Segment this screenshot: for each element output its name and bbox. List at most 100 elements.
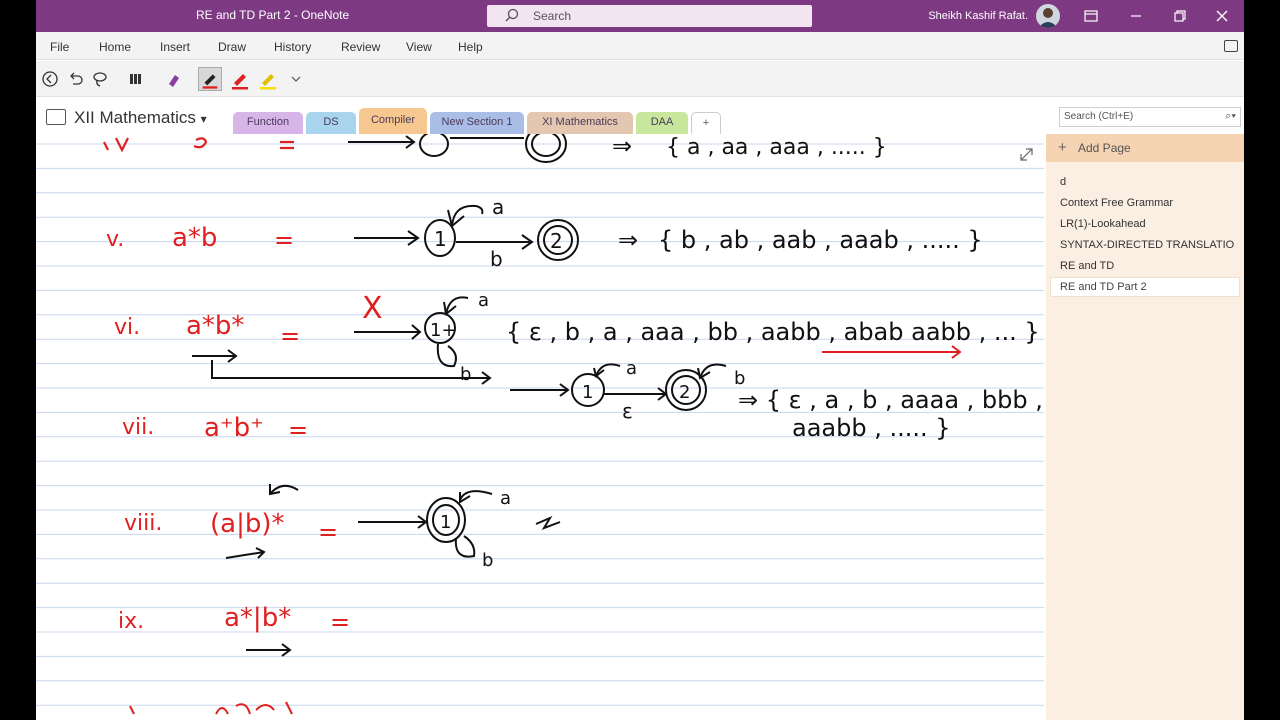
section-tab-compiler[interactable]: Compiler [359,108,427,134]
row-vii-expr: a⁺b⁺ [204,413,264,443]
menu-view[interactable]: View [406,40,432,54]
page-item[interactable]: d [1060,176,1066,188]
menu-review[interactable]: Review [341,40,380,54]
avatar[interactable] [1036,4,1060,28]
section-bar: XII Mathematics ▾ Function DS Compiler N… [36,98,1244,134]
section-tab-label: XI Mathematics [542,116,618,128]
add-section-label: + [702,117,710,129]
menu-help[interactable]: Help [458,40,483,54]
lasso-icon[interactable] [88,67,112,91]
menu-file[interactable]: File [50,40,69,54]
notebook-search-input[interactable]: Search (Ctrl+E) ⌕▾ [1059,107,1241,127]
row-x-partial-ink [129,701,293,715]
shape-pen-icon[interactable] [162,67,186,91]
pen-red-icon[interactable] [228,67,252,91]
pages-panel: + Add Page d Context Free Grammar LR(1)-… [1046,134,1244,720]
section-tab-label: New Section 1 [441,116,513,128]
page-item-selected[interactable]: RE and TD Part 2 [1050,277,1240,297]
row-ix-label: ix. [118,609,144,634]
user-name[interactable]: Sheikh Kashif Rafat. [928,10,1028,22]
more-options-icon[interactable] [284,67,308,91]
onenote-window: RE and TD Part 2 - OneNote Search Sheikh… [36,0,1244,720]
ribbon-display-icon[interactable] [1081,6,1101,26]
add-section-button[interactable]: + [691,112,721,134]
row-vi-nfa-state-1: 1 [582,382,593,403]
search-icon: ⌕▾ [1225,110,1236,122]
section-tab-label: DAA [650,116,674,128]
row-v-state-1: 1 [434,227,447,251]
page-canvas[interactable]: ⇒ { a , aa , aaa , ..... } v. a*b = 1 2 … [36,134,1044,720]
row-v-dfa [354,204,579,261]
page-item[interactable]: SYNTAX-DIRECTED TRANSLATIO [1060,239,1234,251]
section-tab-function[interactable]: Function [233,112,303,134]
minimize-icon[interactable] [1126,6,1146,26]
search-placeholder: Search (Ctrl+E) [1064,111,1134,122]
row-v-label: v. [106,227,124,252]
row-viii-loop-b: b [482,550,493,571]
add-page-button[interactable]: + Add Page [1046,134,1244,162]
menu-home[interactable]: Home [99,40,131,54]
search-icon [505,8,519,22]
row-v-state-2: 2 [550,229,563,253]
menu-history[interactable]: History [274,40,311,54]
expand-icon[interactable] [1020,148,1033,161]
row-vi-nfa-loop-a: a [626,358,637,379]
search-label: Search [533,9,572,23]
add-page-label: Add Page [1078,141,1131,155]
title-bar: RE and TD Part 2 - OneNote Search Sheikh… [36,0,1244,32]
page-item[interactable]: Context Free Grammar [1060,197,1173,209]
iv-dfa [348,134,567,163]
section-tab-xi-mathematics[interactable]: XI Mathematics [527,112,633,134]
section-tab-label: DS [323,116,339,128]
notebooks-icon[interactable] [1224,40,1238,52]
title-search-box[interactable]: Search [487,5,812,27]
row-v-expr: a*b [172,223,217,253]
row-vi-loop-a: a [478,290,489,311]
menu-draw[interactable]: Draw [218,40,246,54]
row-ix-expr: a*|b* [224,603,291,633]
eraser-icon[interactable] [124,67,148,91]
pen-black-icon [202,74,218,89]
restore-icon[interactable] [1170,6,1190,26]
row-ix-eq: = [330,608,350,636]
row-viii-eq: = [318,518,338,546]
row-v-loop-a: a [492,195,504,219]
row-vi-expr: a*b* [186,311,244,341]
notebook-icon [46,109,66,125]
section-tab-ds[interactable]: DS [306,112,356,134]
row-vi-state-1: 1+ [430,320,457,341]
page-item[interactable]: LR(1)-Lookahead [1060,218,1146,230]
undo-icon[interactable] [64,67,88,91]
menu-insert[interactable]: Insert [160,40,190,54]
window-title: RE and TD Part 2 - OneNote [196,8,350,22]
row-vi-set: { ε , b , a , aaa , bb , aabb , abab aab… [506,318,1040,346]
notebook-selector[interactable]: XII Mathematics ▾ [46,108,207,128]
page-item[interactable]: RE and TD [1060,260,1114,272]
row-vi-nfa-state-2: 2 [679,382,690,403]
row-v-edge-b: b [490,247,503,271]
row-viii-expr: (a|b)* [210,509,284,539]
section-tab-daa[interactable]: DAA [636,112,688,134]
pen-black-button[interactable] [198,67,222,91]
chevron-down-icon: ▾ [200,112,207,126]
row-viii-label: viii. [124,511,162,536]
row-v-eq: = [274,226,294,254]
back-icon[interactable] [38,67,62,91]
row-viii-state-1: 1 [440,512,451,533]
row-vi-nfa-set-1: ⇒ { ε , a , b , aaaa , bbb , [738,386,1043,414]
row-vi-nfa-set-2: aaabb , ..... } [792,414,951,442]
row-v-arrow: ⇒ [618,226,638,254]
row-vi-eq: = [280,322,300,350]
row-vii-label: vii. [122,415,154,440]
highlighter-icon[interactable] [256,67,280,91]
menu-bar: File Home Insert Draw History Review Vie… [36,32,1244,60]
iv-set: { a , aa , aaa , ..... } [666,135,887,160]
row-vi-nfa [510,363,727,411]
row-vi-label: vi. [114,315,140,340]
plus-icon: + [1058,139,1067,156]
row-vii-eq: = [288,416,308,444]
row-vi-nfa-epsilon: ε [622,399,633,423]
close-icon[interactable] [1212,6,1232,26]
section-tab-label: Function [246,116,290,128]
section-tab-new-section-1[interactable]: New Section 1 [430,112,524,134]
